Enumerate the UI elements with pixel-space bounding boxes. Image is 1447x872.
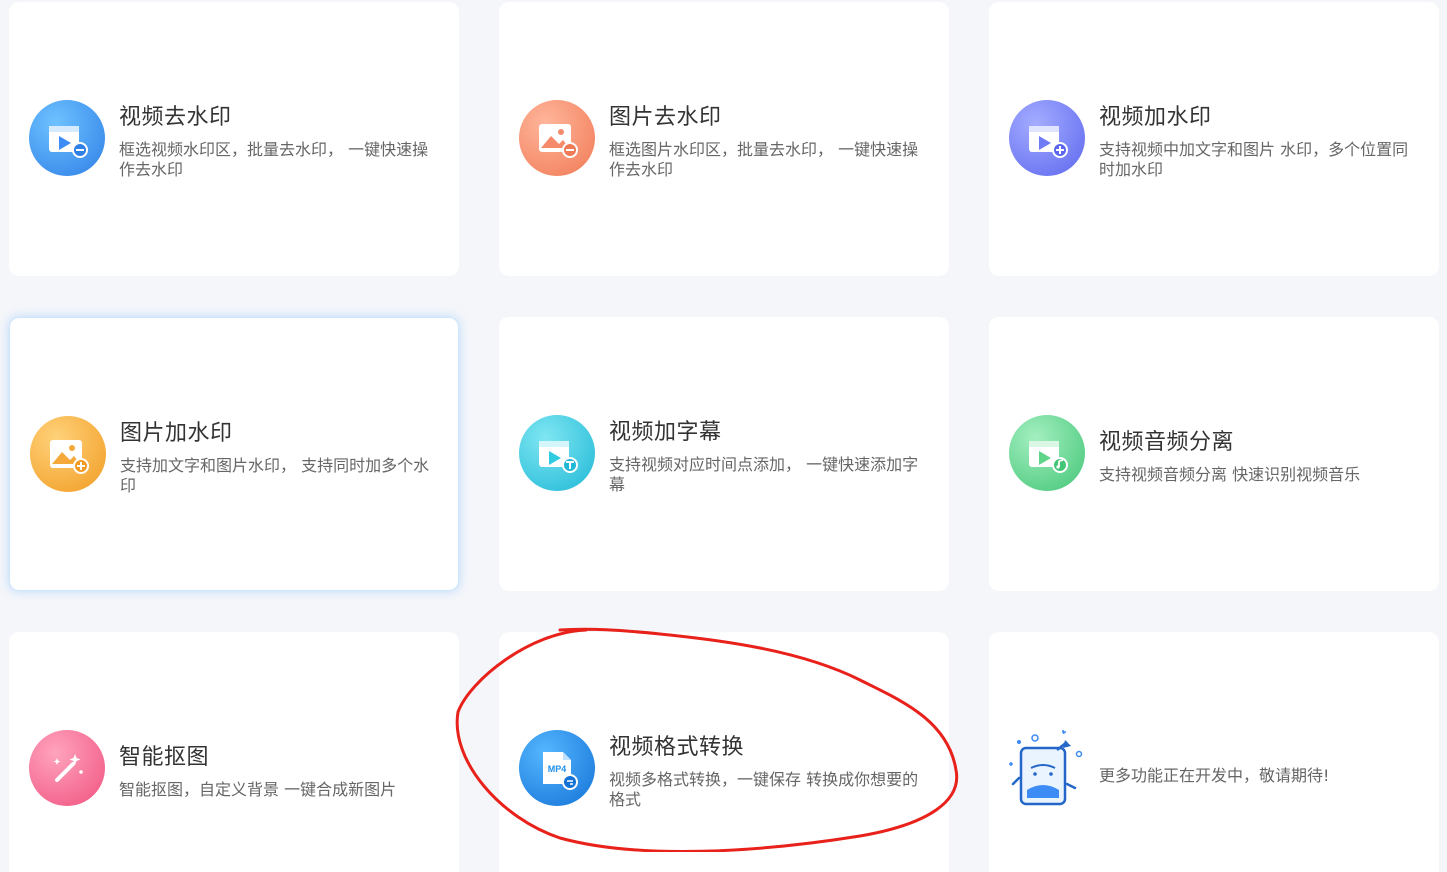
card-description: 支持加文字和图片水印， 支持同时加多个水印	[120, 456, 430, 495]
card-description: 框选视频水印区，批量去水印， 一键快速操作去水印	[119, 140, 429, 179]
card-description: 支持视频音频分离 快速识别视频音乐	[1099, 465, 1361, 484]
card-title: 视频去水印	[119, 105, 232, 130]
card-image-add-watermark[interactable]: 图片加水印 支持加文字和图片水印， 支持同时加多个水印	[9, 317, 459, 591]
card-title: 智能抠图	[119, 745, 210, 770]
audio-separate-icon	[1009, 415, 1085, 491]
video-subtitle-icon	[519, 415, 595, 491]
coming-soon-illustration-icon	[1005, 728, 1087, 814]
magic-wand-icon	[29, 730, 105, 806]
card-title: 视频加水印	[1099, 105, 1212, 130]
mp4-label: MP4	[548, 764, 567, 774]
card-description: 视频多格式转换，一键保存 转换成你想要的格式	[609, 770, 919, 809]
card-title: 图片去水印	[609, 105, 722, 130]
card-audio-separate[interactable]: 视频音频分离 支持视频音频分离 快速识别视频音乐	[989, 317, 1439, 591]
image-remove-watermark-icon	[519, 100, 595, 176]
card-video-format-convert[interactable]: MP4 视频格式转换 视频多格式转换，一键保存 转换成你想要的格式	[499, 632, 949, 872]
card-video-add-watermark[interactable]: 视频加水印 支持视频中加文字和图片 水印，多个位置同时加水印	[989, 2, 1439, 276]
image-add-watermark-icon	[30, 416, 106, 492]
card-image-remove-watermark[interactable]: 图片去水印 框选图片水印区，批量去水印， 一键快速操作去水印	[499, 2, 949, 276]
card-description: 支持视频对应时间点添加， 一键快速添加字幕	[609, 455, 919, 494]
card-video-remove-watermark[interactable]: 视频去水印 框选视频水印区，批量去水印， 一键快速操作去水印	[9, 2, 459, 276]
video-add-watermark-icon	[1009, 100, 1085, 176]
card-description: 框选图片水印区，批量去水印， 一键快速操作去水印	[609, 140, 919, 179]
video-remove-watermark-icon	[29, 100, 105, 176]
card-smart-cutout[interactable]: 智能抠图 智能抠图，自定义背景 一键合成新图片	[9, 632, 459, 872]
mp4-convert-icon: MP4	[519, 730, 595, 806]
card-description: 支持视频中加文字和图片 水印，多个位置同时加水印	[1099, 140, 1409, 179]
card-description: 智能抠图，自定义背景 一键合成新图片	[119, 780, 397, 799]
coming-soon-text: 更多功能正在开发中，敬请期待!	[1099, 766, 1330, 785]
card-title: 图片加水印	[120, 421, 233, 446]
card-title: 视频加字幕	[609, 420, 722, 445]
card-video-subtitle[interactable]: 视频加字幕 支持视频对应时间点添加， 一键快速添加字幕	[499, 317, 949, 591]
card-title: 视频格式转换	[609, 735, 745, 760]
card-title: 视频音频分离	[1099, 430, 1235, 455]
card-coming-soon: 更多功能正在开发中，敬请期待!	[989, 632, 1439, 872]
